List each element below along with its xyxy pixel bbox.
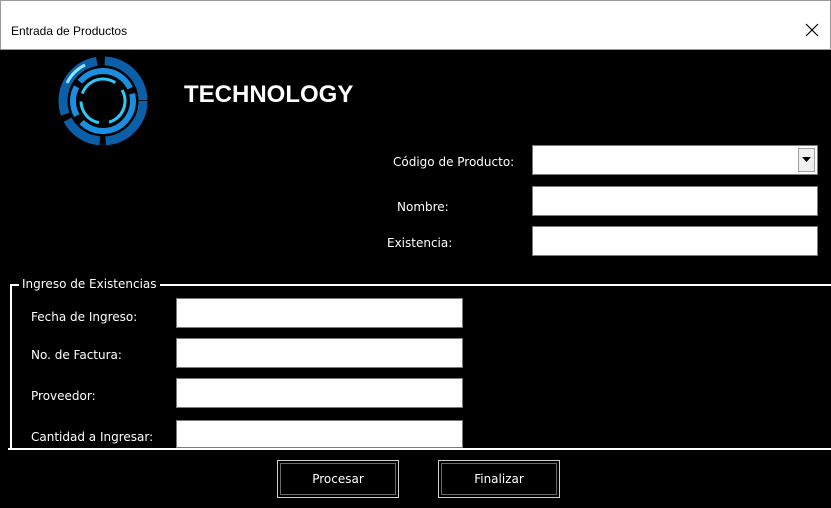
finalizar-button[interactable]: Finalizar (438, 460, 560, 498)
close-icon (805, 23, 819, 37)
window-titlebar: Entrada de Productos (0, 0, 831, 50)
chevron-down-icon (802, 157, 811, 162)
footer-divider (8, 448, 831, 450)
proveedor-field[interactable] (176, 378, 463, 408)
dropdown-button[interactable] (798, 148, 815, 172)
existencia-field[interactable] (532, 226, 818, 256)
nombre-label: Nombre: (397, 200, 449, 214)
close-button[interactable] (800, 18, 824, 42)
window-title: Entrada de Productos (11, 24, 128, 38)
fecha-label: Fecha de Ingreso: (31, 310, 138, 324)
circular-tech-logo-icon (58, 56, 148, 146)
fecha-ingreso-field[interactable] (176, 298, 463, 328)
codigo-producto-select[interactable] (532, 145, 818, 175)
codigo-label: Código de Producto: (393, 155, 515, 169)
proveedor-label: Proveedor: (31, 389, 96, 403)
factura-field[interactable] (176, 338, 463, 368)
brand-name: TECHNOLOGY (184, 81, 354, 108)
nombre-field[interactable] (532, 186, 818, 216)
form-body: TECHNOLOGY Código de Producto: Nombre: E… (8, 50, 831, 508)
cantidad-field[interactable] (176, 420, 463, 448)
procesar-button[interactable]: Procesar (277, 460, 399, 498)
frame-border-left (10, 284, 12, 448)
frame-caption: Ingreso de Existencias (19, 277, 160, 291)
factura-label: No. de Factura: (31, 348, 122, 362)
existencia-label: Existencia: (387, 236, 453, 250)
cantidad-label: Cantidad a Ingresar: (31, 430, 154, 444)
